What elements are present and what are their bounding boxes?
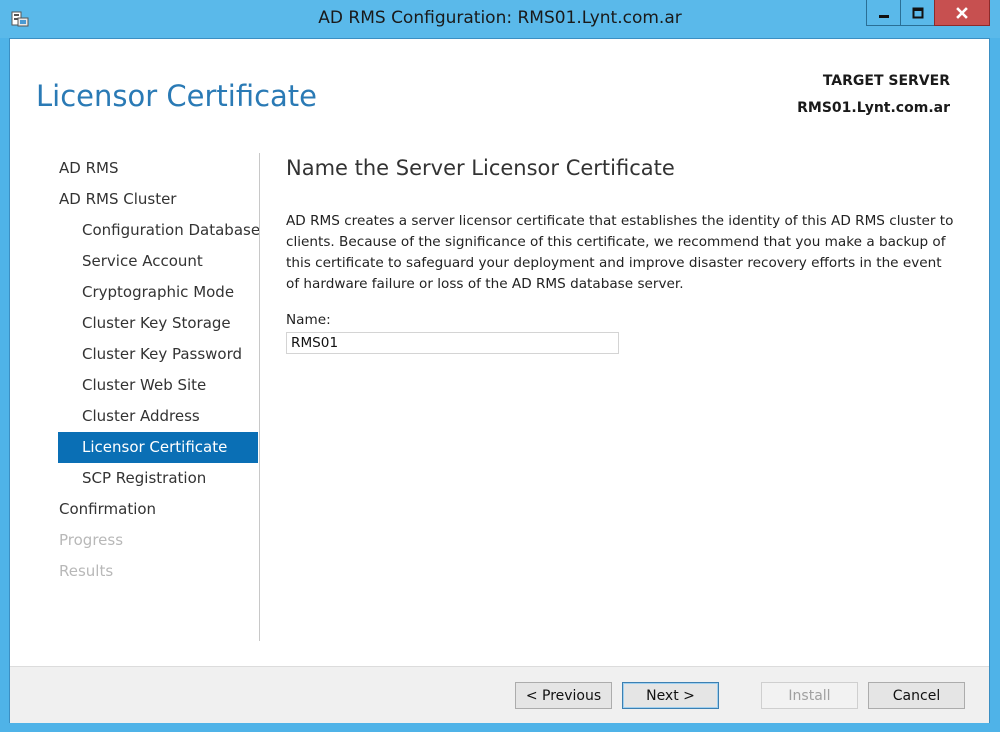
nav-item-cluster-key-storage[interactable]: Cluster Key Storage xyxy=(58,308,258,339)
name-field[interactable] xyxy=(286,332,619,354)
main-content: Name the Server Licensor Certificate AD … xyxy=(286,153,956,354)
window-title: AD RMS Configuration: RMS01.Lynt.com.ar xyxy=(318,8,682,28)
next-button[interactable]: Next > xyxy=(622,682,719,709)
minimize-button[interactable] xyxy=(866,0,901,26)
install-button[interactable]: Install xyxy=(761,682,858,709)
nav-item-confirmation[interactable]: Confirmation xyxy=(58,494,258,525)
nav-item-scp-registration[interactable]: SCP Registration xyxy=(58,463,258,494)
nav-item-cluster-web-site[interactable]: Cluster Web Site xyxy=(58,370,258,401)
maximize-button[interactable] xyxy=(900,0,935,26)
nav-item-cluster-key-password[interactable]: Cluster Key Password xyxy=(58,339,258,370)
maximize-icon xyxy=(911,6,925,20)
nav-divider xyxy=(259,153,260,641)
section-heading: Name the Server Licensor Certificate xyxy=(286,156,675,180)
target-server-label: TARGET SERVER xyxy=(822,73,950,89)
previous-button[interactable]: < Previous xyxy=(515,682,612,709)
nav-item-cryptographic-mode[interactable]: Cryptographic Mode xyxy=(58,277,258,308)
nav-item-results: Results xyxy=(59,562,114,580)
close-button[interactable] xyxy=(934,0,990,26)
nav-item-ad-rms-cluster[interactable]: AD RMS Cluster xyxy=(58,184,258,215)
footer-bar: < Previous Next > Install Cancel xyxy=(10,666,989,723)
minimize-icon xyxy=(877,6,891,20)
nav-item-configuration-database[interactable]: Configuration Database xyxy=(58,215,260,246)
target-server-name: RMS01.Lynt.com.ar xyxy=(797,100,950,116)
nav-item-licensor-certificate[interactable]: Licensor Certificate xyxy=(58,432,258,463)
name-label: Name: xyxy=(286,312,331,328)
nav-item-service-account[interactable]: Service Account xyxy=(58,246,258,277)
nav-item-ad-rms[interactable]: AD RMS xyxy=(58,153,258,184)
close-icon xyxy=(955,6,969,20)
nav-item-cluster-address[interactable]: Cluster Address xyxy=(58,401,258,432)
wizard-nav: AD RMS AD RMS Cluster Configuration Databa… xyxy=(58,153,260,587)
cancel-button[interactable]: Cancel xyxy=(868,682,965,709)
nav-item-progress: Progress xyxy=(59,531,124,549)
page-title: Licensor Certificate xyxy=(36,79,318,113)
description-text: AD RMS creates a server licensor certifi… xyxy=(286,213,954,292)
title-bar: AD RMS Configuration: RMS01.Lynt.com.ar xyxy=(0,0,1000,38)
wizard-window: Licensor Certificate TARGET SERVER RMS01… xyxy=(9,38,990,723)
